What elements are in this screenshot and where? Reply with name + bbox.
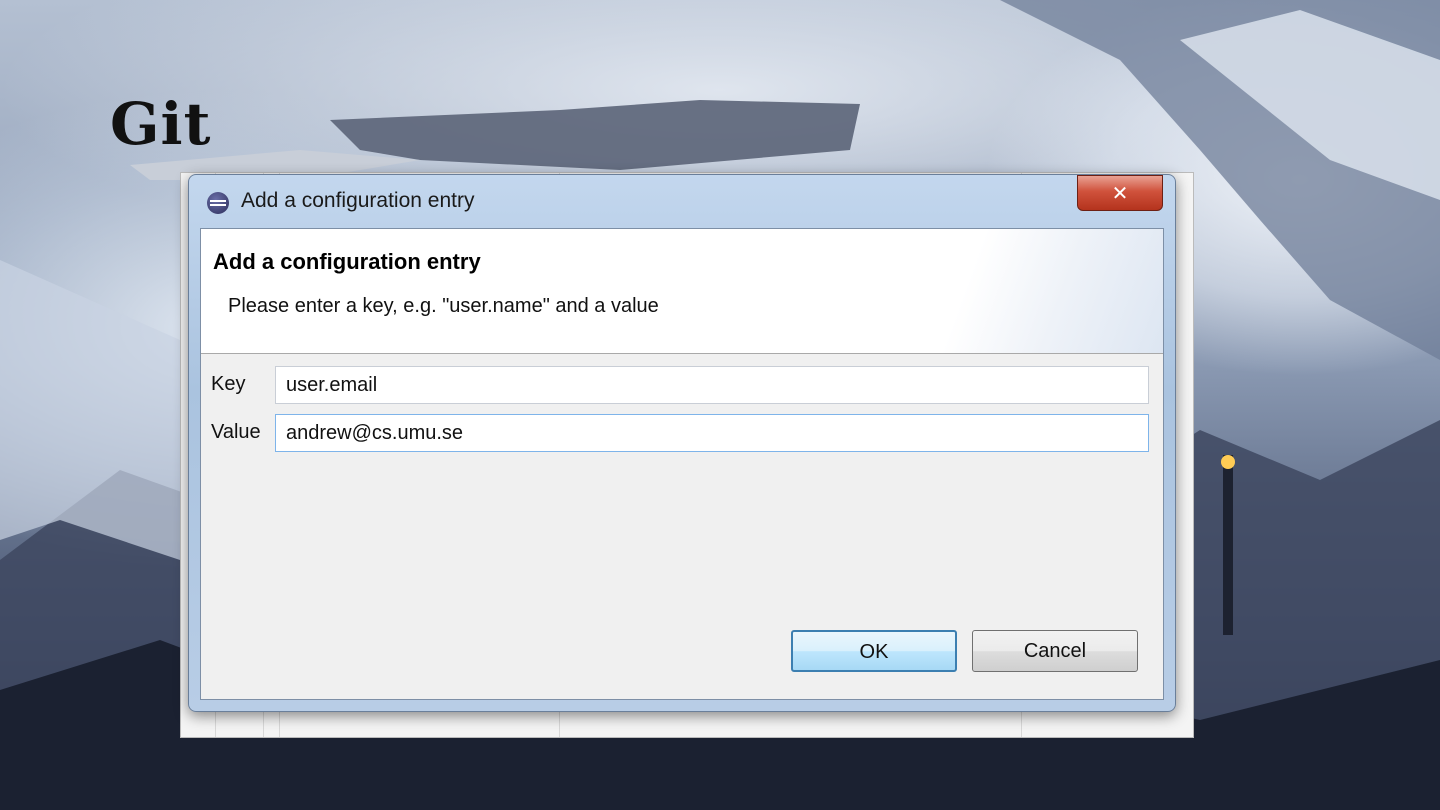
eclipse-icon [207,192,229,214]
dialog-titlebar[interactable]: Add a configuration entry ✕ [189,175,1175,227]
key-label: Key [211,373,246,395]
config-entry-dialog: Add a configuration entry ✕ Add a config… [188,174,1176,712]
ok-button[interactable]: OK [791,630,957,672]
close-icon: ✕ [1111,181,1129,205]
cancel-button[interactable]: Cancel [972,630,1138,672]
value-input[interactable] [275,414,1149,452]
key-input[interactable] [275,366,1149,404]
dialog-content: Add a configuration entry Please enter a… [200,228,1164,700]
dialog-header-message: Please enter a key, e.g. "user.name" and… [228,295,659,317]
dialog-header-title: Add a configuration entry [213,249,481,274]
close-button[interactable]: ✕ [1077,175,1163,211]
slide-title: Git [110,90,212,158]
dialog-header: Add a configuration entry Please enter a… [201,229,1163,354]
dialog-window-title: Add a configuration entry [241,189,475,212]
value-label: Value [211,421,261,443]
